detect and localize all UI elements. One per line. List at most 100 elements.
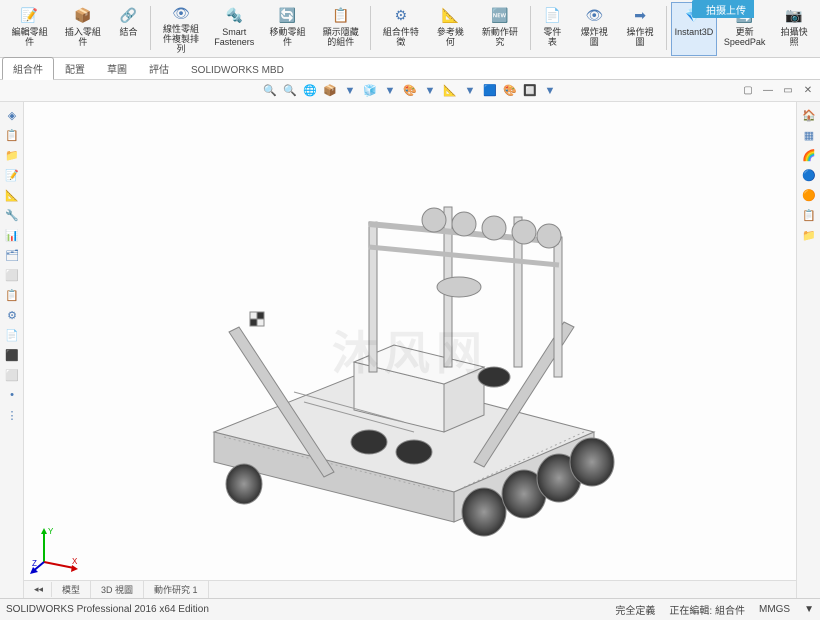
feature-tool[interactable]: ⋮ [2,406,22,424]
minimize-icon[interactable]: — [760,84,776,98]
orientation-triad[interactable]: Y X Z [30,522,82,574]
view-tool[interactable]: 🌐 [302,83,318,99]
ribbon-label: Smart Fasteners [214,27,255,47]
task-pane-tool[interactable]: ▦ [799,126,819,144]
svg-text:X: X [72,557,78,566]
view-tool[interactable]: 🎨 [402,83,418,99]
ribbon-零件表[interactable]: 📄零件表 [534,2,570,56]
status-edition: SOLIDWORKS Professional 2016 x64 Edition [6,604,209,615]
ribbon-icon: 📦 [73,5,93,25]
ribbon-新動作研究[interactable]: 🆕新動作研究 [474,2,525,56]
ribbon-icon: 👁 [584,5,604,25]
view-tool[interactable]: 📦 [322,83,338,99]
ribbon-icon: 📋 [331,5,351,25]
feature-tool[interactable]: 📄 [2,326,22,344]
view-tool[interactable]: 🔲 [522,83,538,99]
graphics-viewport[interactable]: 沐风网 Y X Z [24,102,796,598]
ribbon-參考幾何[interactable]: 📐參考幾何 [429,2,473,56]
ribbon-label: 插入零組件 [62,27,103,47]
ribbon-icon: 📄 [542,5,562,25]
view-tool[interactable]: ▼ [382,83,398,99]
ribbon-編輯零組件[interactable]: 📝編輯零組件 [4,2,55,56]
view-tool[interactable]: ▼ [542,83,558,99]
status-field: 完全定義 [615,602,655,617]
ribbon-icon: 👁 [171,5,191,22]
view-tool[interactable]: 🟦 [482,83,498,99]
tab-SOLIDWORKS MBD[interactable]: SOLIDWORKS MBD [180,61,295,79]
view-tool[interactable]: ▼ [422,83,438,99]
ribbon-icon: 📝 [20,5,40,25]
ribbon-label: 操作視圖 [623,27,657,47]
ribbon-icon: 🔩 [224,5,244,25]
ribbon-操作視圖[interactable]: ➡操作視圖 [618,2,662,56]
ribbon-label: 零件表 [539,27,565,47]
view-tool[interactable]: 🎨 [502,83,518,99]
tab-評估[interactable]: 評估 [138,57,180,79]
task-pane-tool[interactable]: 📋 [799,206,819,224]
feature-tool[interactable]: • [2,386,22,404]
ribbon-label: 拍攝快照 [777,27,811,47]
feature-tool[interactable]: ⬜ [2,366,22,384]
feature-tool[interactable]: ◈ [2,106,22,124]
tab-草圖[interactable]: 草圖 [96,57,138,79]
ribbon-icon: 🔗 [118,5,138,25]
ribbon-組合件特徵[interactable]: ⚙組合件特徵 [375,2,426,56]
ribbon-label: 新動作研究 [479,27,520,47]
task-pane-tool[interactable]: 📁 [799,226,819,244]
status-field: 正在編輯: 組合件 [669,602,745,617]
feature-tool[interactable]: 📊 [2,226,22,244]
ribbon-smart-fasteners[interactable]: 🔩Smart Fasteners [209,2,260,56]
close-icon[interactable]: ✕ [800,84,816,98]
tab-配置[interactable]: 配置 [54,57,96,79]
feature-tool[interactable]: 📁 [2,146,22,164]
ribbon-插入零組件[interactable]: 📦插入零組件 [57,2,108,56]
task-pane-tool[interactable]: 🟠 [799,186,819,204]
feature-tool[interactable]: 📋 [2,126,22,144]
ribbon-label: 結合 [119,27,137,37]
upload-button[interactable]: 拍摄上传 [698,0,754,18]
ribbon-label: 線性零組件複製排列 [160,24,201,54]
feature-tool[interactable]: ⬜ [2,266,22,284]
ribbon-label: Instant3D [675,27,714,37]
tab-組合件[interactable]: 組合件 [2,57,54,80]
svg-text:Z: Z [32,559,37,568]
ribbon-拍攝快照[interactable]: 📷拍攝快照 [772,2,816,56]
status-bar: SOLIDWORKS Professional 2016 x64 Edition… [0,598,820,620]
view-tool[interactable]: 🔍 [282,83,298,99]
task-pane-tool[interactable]: 🌈 [799,146,819,164]
ribbon-label: 移動零組件 [267,27,308,47]
ribbon-爆炸視圖[interactable]: 👁爆炸視圖 [572,2,616,56]
motion-tab-3D 視圖[interactable]: 3D 視圖 [91,581,144,598]
ribbon-label: 爆炸視圖 [577,27,611,47]
view-tool[interactable]: ▼ [462,83,478,99]
feature-tool[interactable]: 🔧 [2,206,22,224]
ribbon-結合[interactable]: 🔗 結合 [110,2,146,56]
status-field: ▼ [804,604,814,615]
ribbon-移動零組件[interactable]: 🔄移動零組件 [262,2,313,56]
feature-tool[interactable]: ⚙ [2,306,22,324]
motion-tab-動作研究 1[interactable]: 動作研究 1 [144,581,209,598]
doc-icon[interactable]: ▢ [740,84,756,98]
view-tool[interactable]: 🔍 [262,83,278,99]
feature-tool[interactable]: 📋 [2,286,22,304]
svg-text:Y: Y [48,527,54,536]
ribbon-線性零組件複製排列[interactable]: 👁 線性零組件複製排列 [155,2,206,56]
feature-tool[interactable]: 🗂 [2,246,22,264]
ribbon-label: 編輯零組件 [9,27,50,47]
view-tool[interactable]: 📐 [442,83,458,99]
model-render [144,132,644,562]
feature-manager-toolbar: ◈ 📋 📁 📝 📐 🔧 📊 🗂 ⬜ 📋 ⚙ 📄 ⬛ ⬜ • ⋮ [0,102,24,598]
view-toolbar: 🔍🔍🌐📦▼🧊▼🎨▼📐▼🟦🎨🔲▼ ▢ — ▭ ✕ [0,80,820,102]
maximize-icon[interactable]: ▭ [780,84,796,98]
view-tool[interactable]: ▼ [342,83,358,99]
ribbon-顯示隱藏的組件[interactable]: 📋顯示隱藏的組件 [315,2,366,56]
task-pane-tool[interactable]: 🔵 [799,166,819,184]
view-tool[interactable]: 🧊 [362,83,378,99]
feature-tool[interactable]: 📝 [2,166,22,184]
tab-scroll-left[interactable]: ◂◂ [24,582,52,597]
status-field: MMGS [759,604,790,615]
feature-tool[interactable]: ⬛ [2,346,22,364]
feature-tool[interactable]: 📐 [2,186,22,204]
motion-tab-模型[interactable]: 模型 [52,581,91,598]
task-pane-tool[interactable]: 🏠 [799,106,819,124]
